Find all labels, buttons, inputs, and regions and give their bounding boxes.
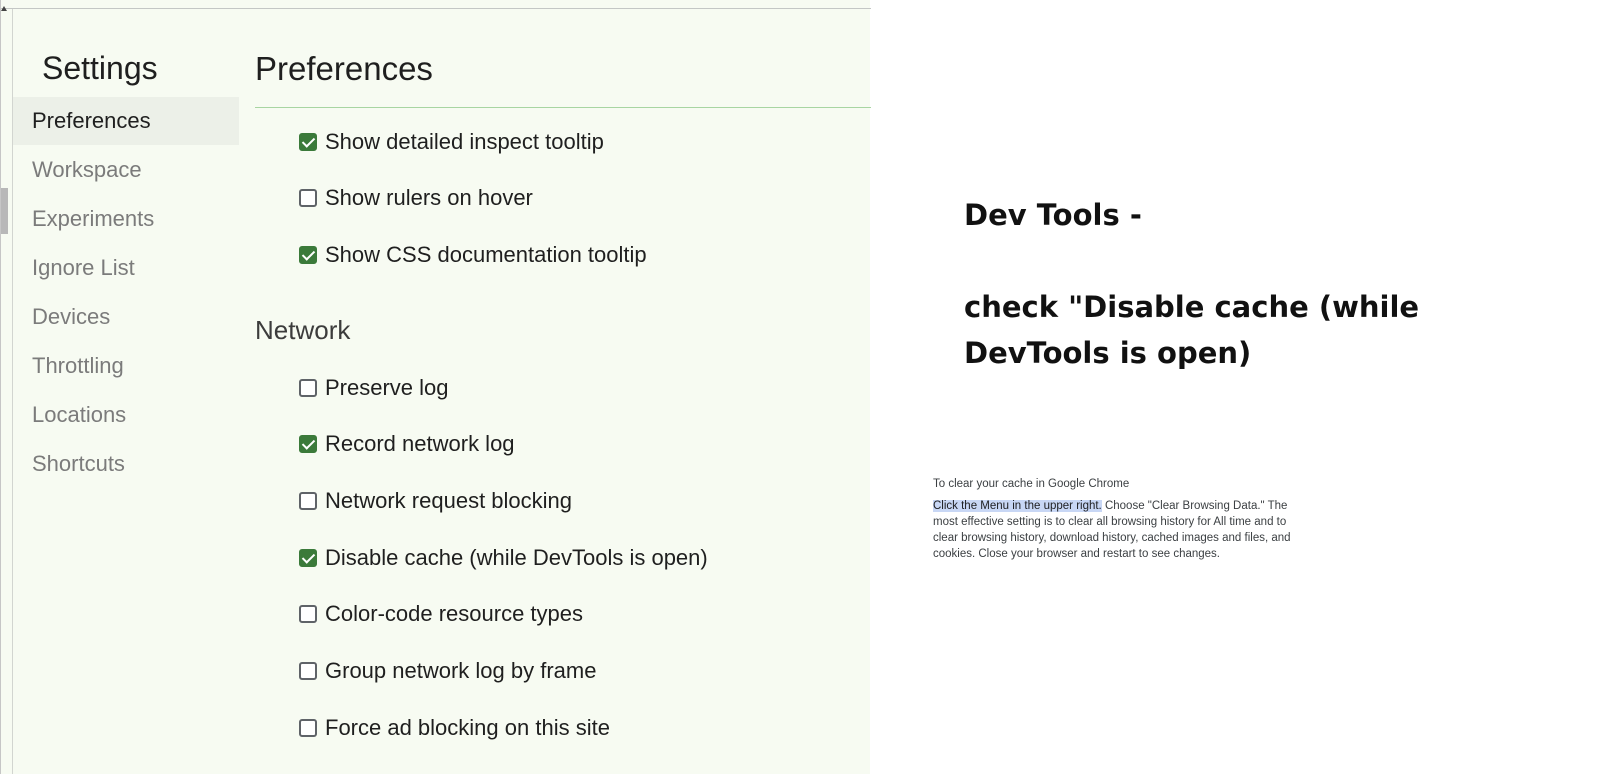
instruction-note: Dev Tools - check "Disable cache (while … <box>964 192 1419 376</box>
setting-show-css-documentation-tooltip[interactable]: Show CSS documentation tooltip <box>299 238 647 272</box>
setting-label: Show CSS documentation tooltip <box>325 242 647 267</box>
setting-label: Show rulers on hover <box>325 185 533 210</box>
setting-show-detailed-inspect-tooltip[interactable]: Show detailed inspect tooltip <box>299 125 604 159</box>
setting-label: Force ad blocking on this site <box>325 715 610 740</box>
settings-title: Settings <box>42 50 158 86</box>
sidebar-item-throttling[interactable]: Throttling <box>13 342 239 390</box>
sidebar-item-preferences[interactable]: Preferences <box>13 97 239 145</box>
setting-label: Preserve log <box>325 375 449 400</box>
sidebar-item-workspace[interactable]: Workspace <box>13 146 239 194</box>
setting-disable-cache[interactable]: Disable cache (while DevTools is open) <box>299 541 708 575</box>
setting-network-request-blocking[interactable]: Network request blocking <box>299 484 572 518</box>
highlighted-text: Click the Menu in the upper right. <box>933 500 1102 512</box>
note-line: Dev Tools - <box>964 198 1142 232</box>
setting-force-ad-blocking[interactable]: Force ad blocking on this site <box>299 711 610 745</box>
setting-label: Show detailed inspect tooltip <box>325 129 604 154</box>
checkbox[interactable] <box>299 605 317 623</box>
checkbox[interactable] <box>299 492 317 510</box>
setting-preserve-log[interactable]: Preserve log <box>299 371 449 405</box>
setting-label: Color-code resource types <box>325 601 584 626</box>
checkbox[interactable] <box>299 189 317 207</box>
sidebar-item-locations[interactable]: Locations <box>13 391 239 439</box>
sidebar-item-devices[interactable]: Devices <box>13 293 239 341</box>
panel-top-border <box>1 8 871 9</box>
sidebar-item-shortcuts[interactable]: Shortcuts <box>13 440 239 488</box>
setting-label: Group network log by frame <box>325 658 597 683</box>
checkbox[interactable] <box>299 246 317 264</box>
devtools-settings-panel: Settings Preferences Workspace Experimen… <box>0 0 871 774</box>
checkbox[interactable] <box>299 435 317 453</box>
note-spacer <box>964 238 1419 284</box>
setting-label: Record network log <box>325 431 515 456</box>
page-title: Preferences <box>255 50 433 87</box>
setting-label: Network request blocking <box>325 488 573 513</box>
setting-group-network-log-by-frame[interactable]: Group network log by frame <box>299 654 596 688</box>
checkbox[interactable] <box>299 379 317 397</box>
scrollbar-thumb[interactable] <box>1 188 8 234</box>
checkbox[interactable] <box>299 662 317 680</box>
checkbox[interactable] <box>299 719 317 737</box>
setting-show-rulers-on-hover[interactable]: Show rulers on hover <box>299 181 533 215</box>
instructions-paragraph: Click the Menu in the upper right. Choos… <box>933 498 1303 562</box>
sidebar-item-experiments[interactable]: Experiments <box>13 195 239 243</box>
setting-label: Disable cache (while DevTools is open) <box>325 545 708 570</box>
section-divider <box>255 107 871 108</box>
checkbox[interactable] <box>299 549 317 567</box>
caret-up-icon <box>1 6 7 11</box>
checkbox[interactable] <box>299 133 317 151</box>
sidebar-item-ignore-list[interactable]: Ignore List <box>13 244 239 292</box>
network-section-heading: Network <box>255 315 351 345</box>
setting-color-code-resource-types[interactable]: Color-code resource types <box>299 597 583 631</box>
note-line: check "Disable cache (while <box>964 290 1420 324</box>
cache-instructions: To clear your cache in Google Chrome Cli… <box>933 476 1303 562</box>
setting-record-network-log[interactable]: Record network log <box>299 427 515 461</box>
instructions-heading: To clear your cache in Google Chrome <box>933 478 1130 490</box>
note-line: DevTools is open) <box>964 336 1252 370</box>
